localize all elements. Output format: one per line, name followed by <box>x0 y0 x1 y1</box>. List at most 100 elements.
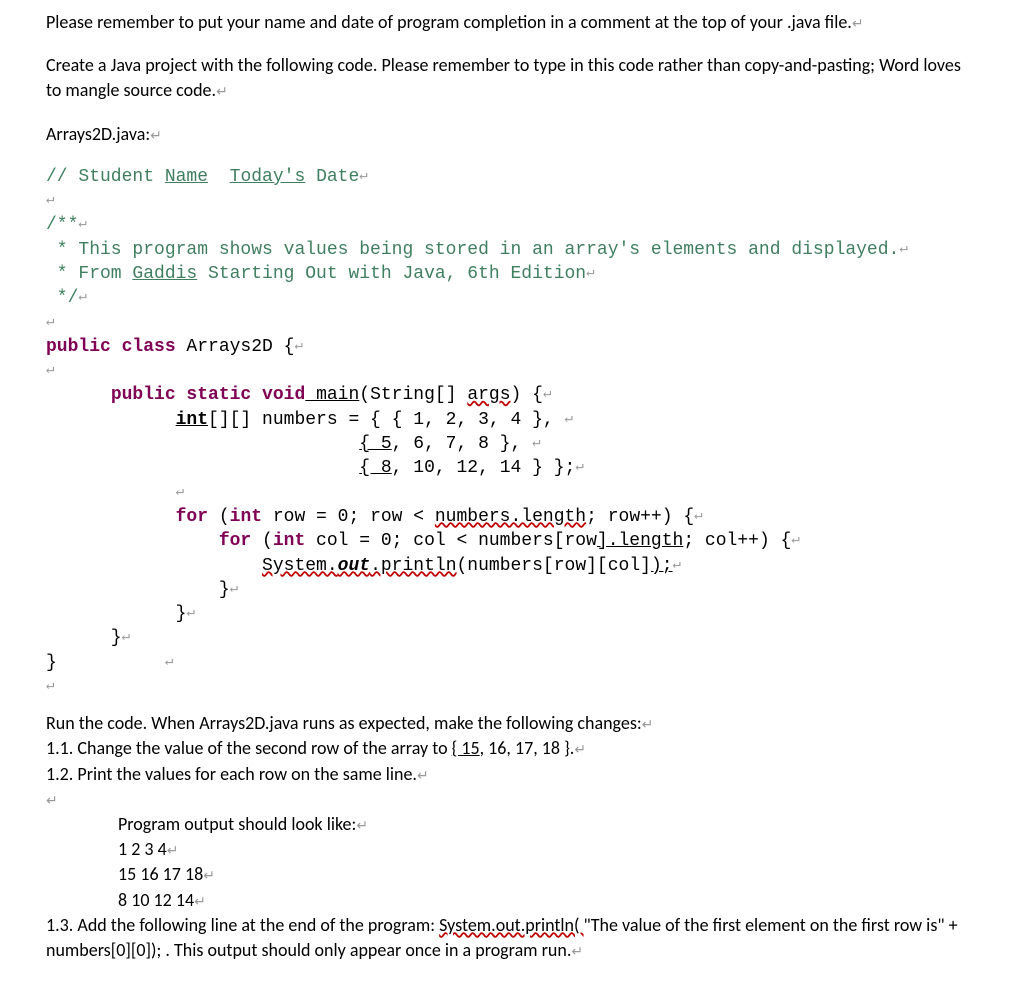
pilcrow: ↵ <box>574 741 586 758</box>
t <box>46 483 176 503</box>
pilcrow: ↵ <box>586 265 594 281</box>
pilcrow: ↵ <box>46 192 54 208</box>
t: Name <box>165 167 208 187</box>
pilcrow: ↵ <box>46 362 54 378</box>
t: numbers.length <box>435 507 586 527</box>
pilcrow: ↵ <box>359 168 367 184</box>
t: { 8 <box>359 458 391 478</box>
kw: public <box>46 337 111 357</box>
comment-student: // Student Name Today's Date <box>46 167 359 187</box>
t <box>208 167 230 187</box>
t <box>46 385 111 405</box>
t: 8 10 12 14 <box>118 889 194 911</box>
kw: int <box>176 410 208 430</box>
t: ; col++) { <box>683 531 791 551</box>
pilcrow: ↵ <box>575 459 583 475</box>
t: [][] numbers = { { 1, 2, 3, 4 }, <box>208 410 564 430</box>
pilcrow: ↵ <box>46 313 54 329</box>
t: , 16, 17, 18 }. <box>480 737 575 759</box>
t: } <box>46 653 165 673</box>
t <box>46 434 359 454</box>
pilcrow: ↵ <box>356 817 368 834</box>
t: , 10, 12, 14 } }; <box>392 458 576 478</box>
kw: int <box>273 531 305 551</box>
t: Date <box>305 167 359 187</box>
t: } <box>46 580 230 600</box>
pilcrow: ↵ <box>791 532 799 548</box>
pilcrow: ↵ <box>194 893 206 910</box>
comment-line: * This program shows values being stored… <box>46 240 899 260</box>
t <box>46 410 176 430</box>
t: args <box>467 385 510 405</box>
pilcrow: ↵ <box>532 435 540 451</box>
pilcrow: ↵ <box>852 15 864 32</box>
t <box>46 507 176 527</box>
t: ( <box>251 531 273 551</box>
kw: class <box>111 337 176 357</box>
pilcrow: ↵ <box>150 126 162 143</box>
pilcrow: ↵ <box>122 629 130 645</box>
t: (String[] <box>359 385 467 405</box>
blank-line: ↵ <box>46 787 968 812</box>
t: // Student <box>46 167 165 187</box>
kw: static <box>176 385 252 405</box>
output-line-1: 1 2 3 4↵ <box>118 837 968 862</box>
instruction-paragraph-1: Please remember to put your name and dat… <box>46 10 968 35</box>
pilcrow: ↵ <box>46 792 58 809</box>
output-line-2: 15 16 17 18↵ <box>118 862 968 887</box>
expected-output-block: Program output should look like:↵ 1 2 3 … <box>46 812 968 913</box>
t: } <box>46 604 186 624</box>
pilcrow: ↵ <box>176 483 184 499</box>
t: ( <box>208 507 230 527</box>
t: .println <box>370 556 456 576</box>
pilcrow: ↵ <box>565 411 573 427</box>
pilcrow: ↵ <box>294 338 302 354</box>
pilcrow: ↵ <box>78 289 86 305</box>
t: , 6, 7, 8 }, <box>392 434 532 454</box>
pilcrow: ↵ <box>571 943 583 960</box>
t: 1 2 3 4 <box>118 838 167 860</box>
output-line-3: 8 10 12 14↵ <box>118 888 968 913</box>
t: Today's <box>230 167 306 187</box>
pilcrow: ↵ <box>46 678 54 694</box>
text: Arrays2D.java: <box>46 123 150 145</box>
t: ) { <box>511 385 543 405</box>
pilcrow: ↵ <box>543 386 551 402</box>
t: 1.1. Change the value of the second row … <box>46 737 452 759</box>
pilcrow: ↵ <box>165 653 173 669</box>
t: out <box>338 556 370 576</box>
pilcrow: ↵ <box>899 240 907 256</box>
task-1-1: 1.1. Change the value of the second row … <box>46 736 968 761</box>
t: "The value of the first element on <box>584 914 829 936</box>
t: } <box>46 628 122 648</box>
t: main <box>305 385 359 405</box>
pilcrow: ↵ <box>216 83 228 100</box>
pilcrow: ↵ <box>417 767 429 784</box>
pilcrow: ↵ <box>642 716 654 733</box>
pilcrow: ↵ <box>230 581 238 597</box>
t: Gaddis <box>132 264 197 284</box>
output-heading: Program output should look like:↵ <box>118 812 968 837</box>
pilcrow: ↵ <box>203 867 215 884</box>
t: System. <box>262 556 338 576</box>
kw: void <box>251 385 305 405</box>
comment-close: */ <box>46 288 78 308</box>
text: Please remember to put your name and dat… <box>46 11 852 33</box>
t: Run the code. When Arrays2D.java runs as… <box>46 712 642 734</box>
task-1-3: 1.3. Add the following line at the end o… <box>46 913 968 963</box>
code-block: // Student Name Today's Date↵ ↵ /**↵ * T… <box>46 165 968 700</box>
comment-open: /** <box>46 215 78 235</box>
kw: for <box>176 507 208 527</box>
t: Starting Out with Java, 6th Edition <box>197 264 586 284</box>
comment-line: * From Gaddis Starting Out with Java, 6t… <box>46 264 586 284</box>
t: ; row++) { <box>586 507 694 527</box>
pilcrow: ↵ <box>694 508 702 524</box>
kw: int <box>230 507 262 527</box>
t: { 15 <box>452 737 480 759</box>
task-1-2: 1.2. Print the values for each row on th… <box>46 762 968 787</box>
t: 15 16 17 18 <box>118 863 203 885</box>
pilcrow: ↵ <box>673 556 681 572</box>
kw: public <box>111 385 176 405</box>
t: 1.2. Print the values for each row on th… <box>46 763 417 785</box>
t: ); <box>651 556 673 576</box>
